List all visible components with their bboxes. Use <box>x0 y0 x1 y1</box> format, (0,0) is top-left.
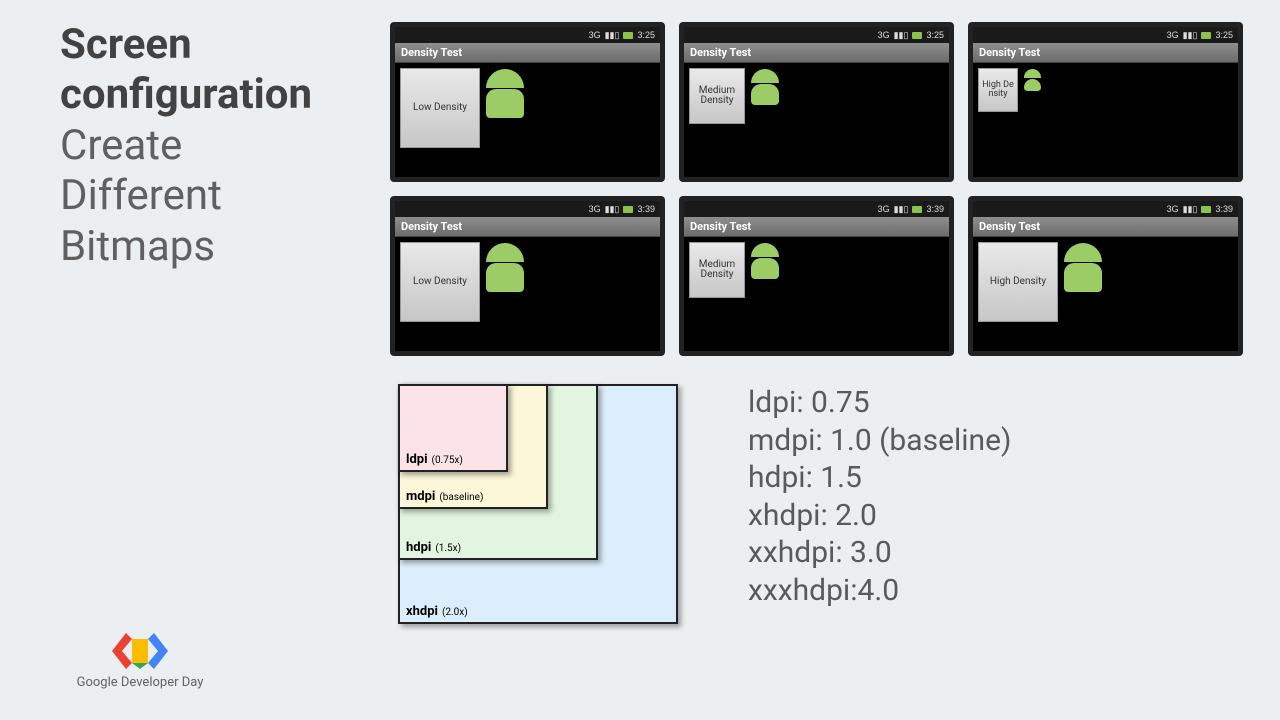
square-mdpi-sub: (baseline) <box>439 492 483 503</box>
status-bar: 3G ▮▮▯ 3:39 <box>684 201 949 217</box>
clock: 3:39 <box>1215 204 1233 214</box>
title-line2: configuration <box>60 70 350 120</box>
android-icon-body <box>751 84 779 105</box>
status-bar: 3G ▮▮▯ 3:25 <box>973 27 1238 43</box>
footer-logo-text: Google Developer Day <box>60 675 220 690</box>
signal-icon: ▮▮▯ <box>605 204 620 215</box>
square-hdpi-name: hdpi <box>406 540 431 555</box>
density-tile: Medium Density <box>689 242 745 298</box>
battery-icon <box>912 206 922 213</box>
battery-icon <box>912 32 922 39</box>
dpi-line: xhdpi: 2.0 <box>748 497 1011 535</box>
square-ldpi: ldpi (0.75x) <box>398 384 508 472</box>
android-icon-body <box>486 89 524 118</box>
status-bar: 3G ▮▮▯ 3:25 <box>395 27 660 43</box>
network-icon: 3G <box>589 30 601 40</box>
square-ldpi-sub: (0.75x) <box>432 455 463 466</box>
density-tile: Medium Density <box>689 68 745 124</box>
app-titlebar: Density Test <box>395 217 660 237</box>
slide-title: Screen configuration Create Different Bi… <box>60 20 350 272</box>
content: 3G ▮▮▯ 3:25 Density Test Low Density 3G ▮▮▯ 3:2… <box>350 0 1280 720</box>
signal-icon: ▮▮▯ <box>894 30 909 41</box>
app-titlebar: Density Test <box>973 43 1238 63</box>
square-hdpi-sub: (1.5x) <box>435 543 461 554</box>
network-icon: 3G <box>878 30 890 40</box>
app-titlebar: Density Test <box>684 217 949 237</box>
android-icon-body <box>486 263 524 292</box>
app-screen: Low Density <box>395 237 660 351</box>
app-screen: Medium Density <box>684 237 949 351</box>
network-icon: 3G <box>878 204 890 214</box>
signal-icon: ▮▮▯ <box>894 204 909 215</box>
app-screen: Medium Density <box>684 63 949 177</box>
android-icon <box>1024 69 1041 78</box>
title-line3: Create <box>60 121 350 171</box>
dpi-line: hdpi: 1.5 <box>748 459 1011 497</box>
dpi-line: xxhdpi: 3.0 <box>748 534 1011 572</box>
square-ldpi-name: ldpi <box>406 452 428 467</box>
app-titlebar: Density Test <box>973 217 1238 237</box>
battery-icon <box>1201 32 1211 39</box>
phone-mock: 3G ▮▮▯ 3:25 Density Test Medium Density <box>679 22 954 182</box>
app-screen: High Density <box>973 237 1238 351</box>
android-icon <box>486 69 524 88</box>
phone-mock: 3G ▮▮▯ 3:25 Density Test Low Density <box>390 22 665 182</box>
square-xhdpi-name: xhdpi <box>406 604 438 619</box>
signal-icon: ▮▮▯ <box>1183 30 1198 41</box>
signal-icon: ▮▮▯ <box>605 30 620 41</box>
signal-icon: ▮▮▯ <box>1183 204 1198 215</box>
app-screen: High Density <box>973 63 1238 177</box>
density-tile: High Density <box>978 68 1018 112</box>
status-bar: 3G ▮▮▯ 3:39 <box>395 201 660 217</box>
status-bar: 3G ▮▮▯ 3:39 <box>973 201 1238 217</box>
density-tile: High Density <box>978 242 1058 322</box>
density-tile: Low Density <box>400 242 480 322</box>
sidebar: Screen configuration Create Different Bi… <box>0 0 350 720</box>
app-titlebar: Density Test <box>684 43 949 63</box>
android-icon <box>486 243 524 262</box>
phone-grid: 3G ▮▮▯ 3:25 Density Test Low Density 3G ▮▮▯ 3:2… <box>390 22 1243 356</box>
title-line1: Screen <box>60 20 350 70</box>
footer-logo: Google Developer Day <box>60 633 220 690</box>
clock: 3:39 <box>926 204 944 214</box>
title-line5: Bitmaps <box>60 222 350 272</box>
battery-icon <box>623 32 633 39</box>
clock: 3:39 <box>637 204 655 214</box>
clock: 3:25 <box>1215 30 1233 40</box>
battery-icon <box>1201 206 1211 213</box>
network-icon: 3G <box>589 204 601 214</box>
title-line4: Different <box>60 171 350 221</box>
dpi-line: xxxhdpi:4.0 <box>748 572 1011 610</box>
phone-mock: 3G ▮▮▯ 3:25 Density Test High Density <box>968 22 1243 182</box>
developer-day-icon <box>60 633 220 669</box>
network-icon: 3G <box>1167 204 1179 214</box>
android-icon-body <box>1064 263 1102 292</box>
dpi-list: ldpi: 0.75mdpi: 1.0 (baseline)hdpi: 1.5x… <box>748 384 1011 609</box>
phone-mock: 3G ▮▮▯ 3:39 Density Test High Density <box>968 196 1243 356</box>
square-xhdpi-sub: (2.0x) <box>442 607 468 618</box>
android-icon-body <box>751 258 779 279</box>
square-mdpi-name: mdpi <box>406 489 435 504</box>
android-icon <box>751 243 779 257</box>
android-icon <box>751 69 779 83</box>
dpi-line: ldpi: 0.75 <box>748 384 1011 422</box>
bottom-row: xhdpi (2.0x) hdpi (1.5x) mdpi (baseline) ld… <box>390 384 1243 624</box>
android-icon <box>1064 243 1102 262</box>
clock: 3:25 <box>637 30 655 40</box>
battery-icon <box>623 206 633 213</box>
phone-mock: 3G ▮▮▯ 3:39 Density Test Low Density <box>390 196 665 356</box>
density-tile: Low Density <box>400 68 480 148</box>
android-icon-body <box>1024 79 1041 92</box>
app-titlebar: Density Test <box>395 43 660 63</box>
phone-mock: 3G ▮▮▯ 3:39 Density Test Medium Density <box>679 196 954 356</box>
app-screen: Low Density <box>395 63 660 177</box>
dpi-line: mdpi: 1.0 (baseline) <box>748 422 1011 460</box>
network-icon: 3G <box>1167 30 1179 40</box>
density-squares-diagram: xhdpi (2.0x) hdpi (1.5x) mdpi (baseline) ld… <box>398 384 678 624</box>
status-bar: 3G ▮▮▯ 3:25 <box>684 27 949 43</box>
clock: 3:25 <box>926 30 944 40</box>
